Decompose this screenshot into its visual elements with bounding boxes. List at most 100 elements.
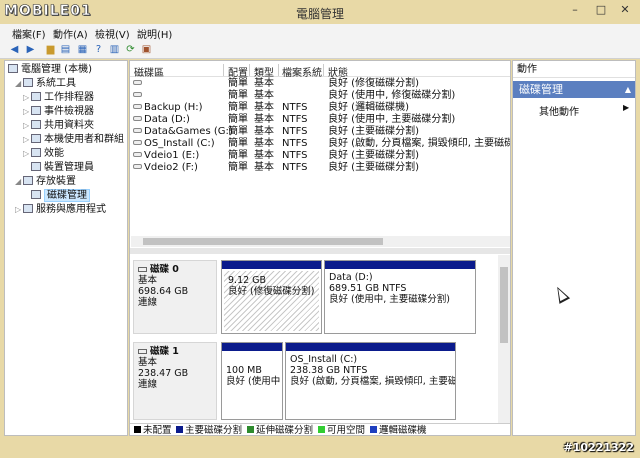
collapse-arrow-icon[interactable]: ◢: [15, 175, 23, 188]
toolbar: ◀ ▶ ▆ ▤ ▦ ? ▥ ⟳ ▣: [0, 41, 640, 59]
maximize-button[interactable]: □: [588, 0, 614, 20]
disk-1-info[interactable]: 磁碟 1 基本 238.47 GB 連線: [133, 342, 217, 420]
partition-recovery[interactable]: 9.12 GB 良好 (修復磁碟分割): [221, 260, 322, 334]
partition-type-bar: [286, 343, 455, 351]
partition-size: 100 MB: [226, 365, 262, 376]
partition-title: Data (D:): [329, 272, 373, 283]
close-button[interactable]: ✕: [612, 0, 638, 20]
tree-item-event-viewer[interactable]: ▷ 事件檢視器: [23, 105, 94, 118]
drive-icon: [133, 128, 142, 133]
tools-icon: [23, 78, 33, 87]
volume-name: Vdeio1 (E:): [133, 150, 199, 162]
submenu-arrow-icon: ▶: [623, 103, 630, 112]
column-type[interactable]: 類型: [254, 64, 274, 79]
expand-arrow-icon[interactable]: ▷: [23, 133, 31, 146]
expand-arrow-icon[interactable]: ▷: [23, 91, 31, 104]
tree-item-shared-folders[interactable]: ▷ 共用資料夾: [23, 119, 94, 132]
legend-unallocated: 未配置: [134, 424, 172, 435]
column-layout[interactable]: 配置: [228, 64, 248, 79]
partition-size: 9.12 GB: [228, 275, 267, 286]
tree-item-performance[interactable]: ▷ 效能: [23, 147, 64, 160]
disk-name: 磁碟 0: [138, 264, 212, 275]
disk-type: 基本: [138, 275, 158, 286]
partition-status: 良好 (修復磁碟分割): [228, 286, 315, 297]
volume-row[interactable]: OS_Install (C:) 簡單 基本 NTFS 良好 (啟動, 分頁檔案, 損毀傾…: [130, 138, 510, 150]
more-actions-item[interactable]: 其他動作 ▶: [539, 103, 629, 118]
horizontal-scrollbar[interactable]: [131, 236, 510, 247]
disk-name: 磁碟 1: [138, 346, 212, 357]
tree-item-storage[interactable]: ◢ 存放裝置: [15, 175, 76, 188]
menu-bar: 檔案(F) 動作(A) 檢視(V) 說明(H): [0, 24, 640, 41]
volume-row[interactable]: Vdeio1 (E:) 簡單 基本 NTFS 良好 (主要磁碟分割): [130, 150, 510, 162]
properties-icon[interactable]: ▦: [76, 43, 89, 56]
column-status[interactable]: 狀態: [328, 64, 348, 79]
volume-row[interactable]: Data (D:) 簡單 基本 NTFS 良好 (使用中, 主要磁碟分割): [130, 114, 510, 126]
console-tree-icon[interactable]: ▤: [59, 43, 72, 56]
volume-row[interactable]: 簡單 基本 良好 (修復磁碟分割): [130, 78, 510, 90]
export-icon[interactable]: ▣: [140, 43, 153, 56]
tree-item-disk-management[interactable]: 磁碟管理: [31, 189, 90, 202]
disk-0-info[interactable]: 磁碟 0 基本 698.64 GB 連線: [133, 260, 217, 334]
column-volume[interactable]: 磁碟區: [134, 64, 164, 79]
pane-splitter[interactable]: [130, 248, 510, 254]
actions-section-disk-management[interactable]: 磁碟管理 ▲: [513, 81, 635, 98]
tree-item-local-users[interactable]: ▷ 本機使用者和群組: [23, 133, 124, 146]
vertical-scrollbar[interactable]: [498, 255, 510, 425]
partition-data-d[interactable]: Data (D:) 689.51 GB NTFS 良好 (使用中, 主要磁碟分割…: [324, 260, 476, 334]
forward-icon[interactable]: ▶: [24, 43, 37, 56]
volume-row[interactable]: Vdeio2 (F:) 簡單 基本 NTFS 良好 (主要磁碟分割): [130, 162, 510, 174]
drive-icon: [133, 152, 142, 157]
partition-os-c[interactable]: OS_Install (C:) 238.38 GB NTFS 良好 (啟動, 分…: [285, 342, 456, 420]
menu-action[interactable]: 動作(A): [53, 26, 88, 41]
help-icon[interactable]: ?: [92, 43, 105, 56]
volume-name: Data&Games (G:): [133, 126, 233, 138]
storage-icon: [23, 176, 33, 185]
drive-icon: [133, 104, 142, 109]
volume-name: Backup (H:): [133, 102, 203, 114]
refresh-icon[interactable]: ⟳: [124, 43, 137, 56]
legend-swatch: [318, 426, 325, 433]
partition-system[interactable]: 100 MB 良好 (使用中: [221, 342, 283, 420]
menu-help[interactable]: 說明(H): [137, 26, 172, 41]
expand-arrow-icon[interactable]: ▷: [23, 105, 31, 118]
expand-arrow-icon[interactable]: ▷: [23, 147, 31, 160]
title-bar: MOBILE01 電腦管理 – □ ✕: [0, 0, 640, 24]
partition-type-bar: [222, 261, 321, 269]
menu-file[interactable]: 檔案(F): [12, 26, 46, 41]
users-icon: [31, 134, 41, 143]
volume-row[interactable]: 簡單 基本 良好 (使用中, 修復磁碟分割): [130, 90, 510, 102]
legend-logical-drive: 邏輯磁碟機: [370, 424, 427, 435]
collapse-up-icon[interactable]: ▲: [625, 81, 631, 98]
scroll-thumb[interactable]: [500, 267, 508, 343]
tree-item-computer-management[interactable]: 電腦管理 (本機): [8, 63, 92, 76]
drive-icon: [138, 349, 147, 354]
drive-icon: [133, 116, 142, 121]
tree-item-task-scheduler[interactable]: ▷ 工作排程器: [23, 91, 94, 104]
disk-status: 連線: [138, 379, 158, 390]
tree-item-services-apps[interactable]: ▷ 服務與應用程式: [15, 203, 106, 216]
expand-arrow-icon[interactable]: ▷: [15, 203, 23, 216]
tree-item-device-manager[interactable]: 裝置管理員: [31, 161, 94, 174]
event-viewer-icon: [31, 106, 41, 115]
disk-size: 698.64 GB: [138, 286, 189, 297]
tree-item-system-tools[interactable]: ◢ 系統工具: [15, 77, 76, 90]
partition-title: OS_Install (C:): [290, 354, 358, 365]
volume-name: [133, 90, 144, 102]
volume-row[interactable]: Backup (H:) 簡單 基本 NTFS 良好 (邏輯磁碟機): [130, 102, 510, 114]
expand-arrow-icon[interactable]: ▷: [23, 119, 31, 132]
partition-status: 良好 (啟動, 分頁檔案, 損毀傾印, 主要磁: [290, 376, 456, 387]
menu-view[interactable]: 檢視(V): [95, 26, 130, 41]
up-folder-icon[interactable]: ▆: [44, 43, 57, 56]
legend-extended: 延伸磁碟分割: [247, 424, 313, 435]
back-icon[interactable]: ◀: [8, 43, 21, 56]
show-hide-icon[interactable]: ▥: [108, 43, 121, 56]
scroll-thumb[interactable]: [143, 238, 383, 245]
collapse-arrow-icon[interactable]: ◢: [15, 77, 23, 90]
volume-name: OS_Install (C:): [133, 138, 215, 150]
volume-row[interactable]: Data&Games (G:) 簡單 基本 NTFS 良好 (主要磁碟分割): [130, 126, 510, 138]
minimize-button[interactable]: –: [562, 0, 588, 20]
column-file-system[interactable]: 檔案系統: [282, 64, 322, 79]
window-title: 電腦管理: [295, 7, 344, 21]
legend-swatch: [247, 426, 254, 433]
partition-status: 良好 (使用中: [226, 376, 281, 387]
